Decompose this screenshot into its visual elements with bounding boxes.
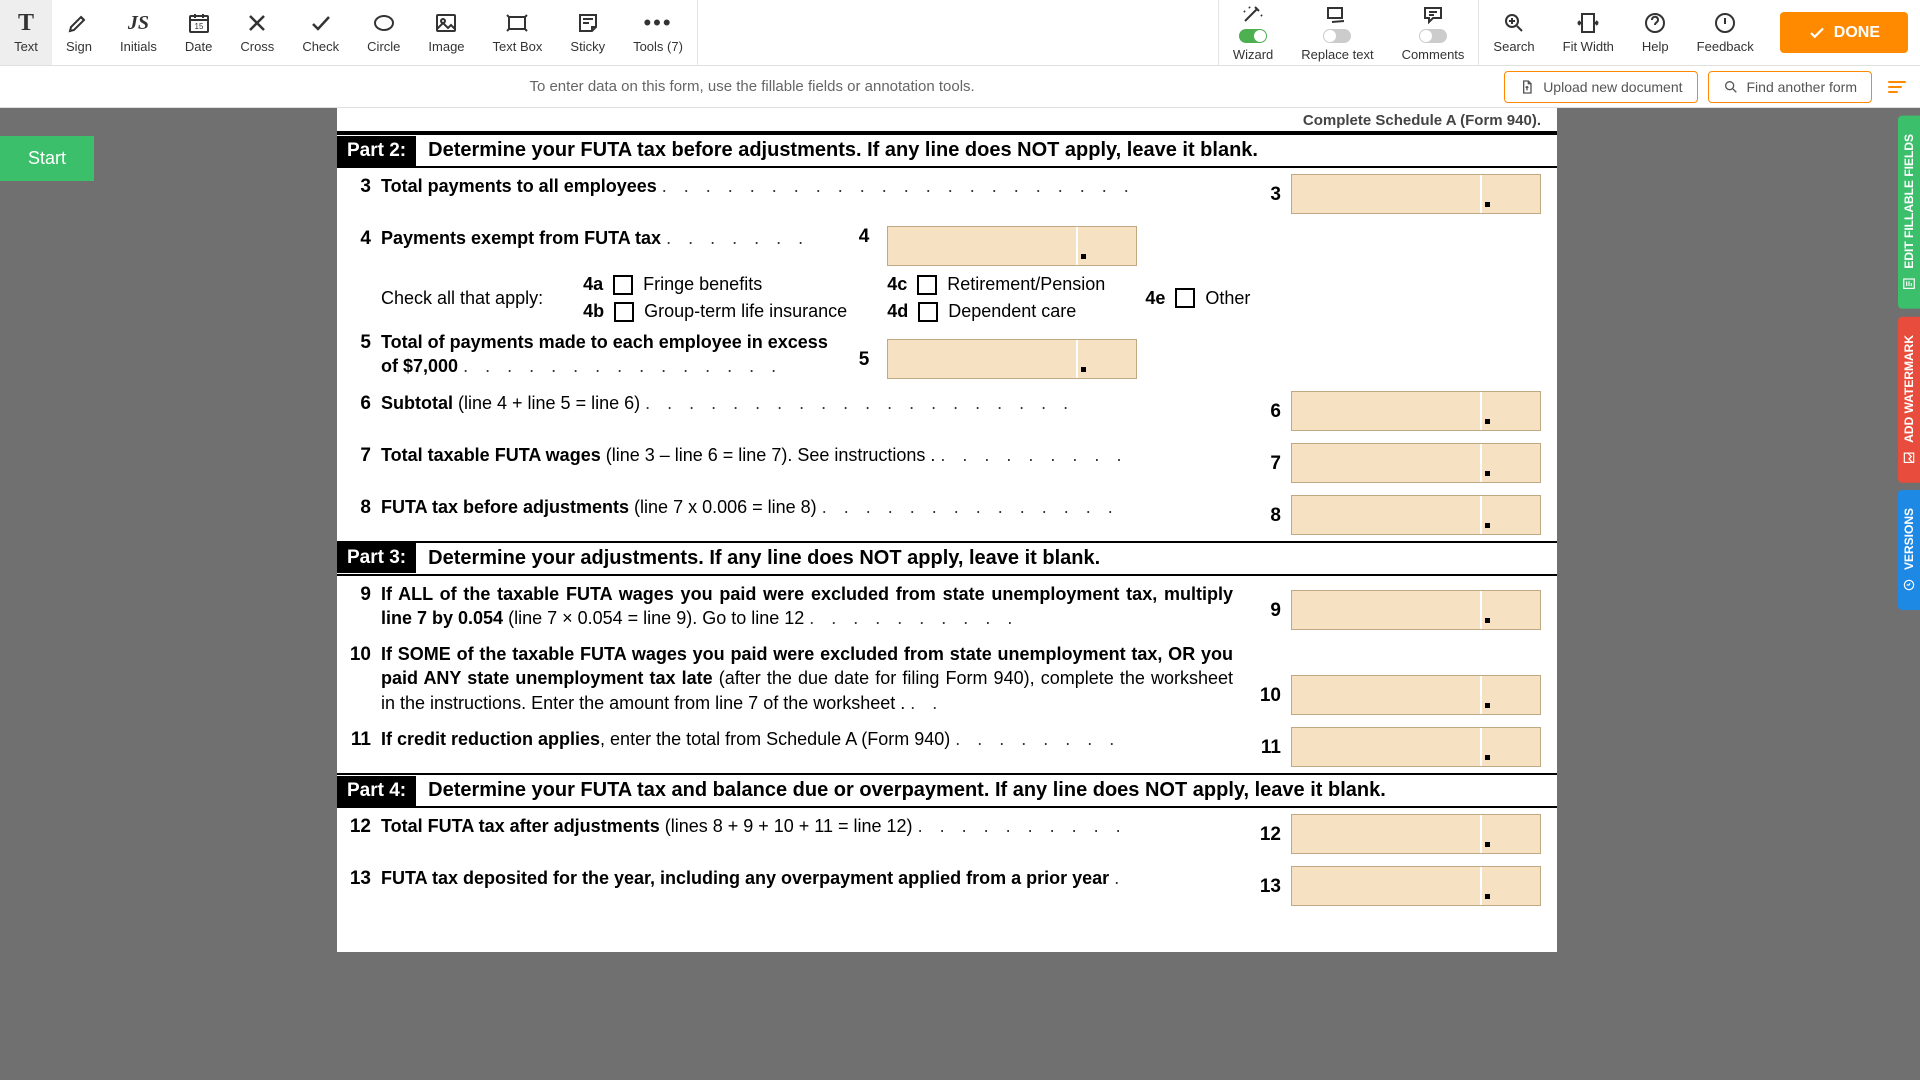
- search-icon: [1502, 11, 1526, 35]
- text-icon: T: [14, 11, 38, 35]
- svg-text:15: 15: [194, 22, 203, 31]
- find-icon: [1723, 79, 1739, 95]
- textbox-tool[interactable]: Text Box: [479, 0, 557, 65]
- form-icon: [1902, 277, 1916, 291]
- textbox-icon: [505, 11, 529, 35]
- edit-fields-tab[interactable]: EDIT FILLABLE FIELDS: [1898, 116, 1920, 309]
- done-button[interactable]: DONE: [1780, 12, 1908, 53]
- fit-width-tool[interactable]: Fit Width: [1549, 0, 1628, 65]
- field-4[interactable]: [887, 226, 1137, 266]
- line-8: 8 FUTA tax before adjustments (line 7 x …: [337, 489, 1557, 541]
- wizard-toggle[interactable]: [1239, 29, 1267, 43]
- field-10[interactable]: [1291, 675, 1541, 715]
- part2-header: Part 2: Determine your FUTA tax before a…: [337, 133, 1557, 168]
- line-4: 4 Payments exempt from FUTA tax . . . . …: [337, 220, 1557, 272]
- prev-page-peek: Complete Schedule A (Form 940).: [337, 108, 1557, 133]
- comment-icon: [1421, 3, 1445, 27]
- checkbox-4b[interactable]: [614, 302, 634, 322]
- wizard-tool[interactable]: Wizard: [1219, 0, 1287, 65]
- field-3[interactable]: [1291, 174, 1541, 214]
- watermark-icon: [1902, 450, 1916, 464]
- text-tool[interactable]: T Text: [0, 0, 52, 65]
- line-5: 5 Total of payments made to each employe…: [337, 324, 1557, 385]
- more-icon: •••: [646, 11, 670, 35]
- done-check-icon: [1808, 24, 1826, 42]
- date-tool[interactable]: 15 Date: [171, 0, 226, 65]
- initials-icon: JS: [126, 11, 150, 35]
- circle-icon: [372, 11, 396, 35]
- sub-toolbar: To enter data on this form, use the fill…: [0, 66, 1920, 108]
- search-tool[interactable]: Search: [1479, 0, 1548, 65]
- workspace: Start EDIT FILLABLE FIELDS ADD WATERMARK…: [0, 108, 1920, 1080]
- image-tool[interactable]: Image: [414, 0, 478, 65]
- initials-tool[interactable]: JS Initials: [106, 0, 171, 65]
- find-form-button[interactable]: Find another form: [1708, 71, 1873, 103]
- sticky-tool[interactable]: Sticky: [556, 0, 619, 65]
- versions-tab[interactable]: VERSIONS: [1898, 490, 1920, 610]
- line-11: 11 If credit reduction applies, enter th…: [337, 721, 1557, 773]
- field-9[interactable]: [1291, 590, 1541, 630]
- sign-tool[interactable]: Sign: [52, 0, 106, 65]
- panel-toggle-icon[interactable]: [1888, 76, 1910, 98]
- feedback-tool[interactable]: Feedback: [1683, 0, 1768, 65]
- checkbox-4c[interactable]: [917, 275, 937, 295]
- checkbox-4a[interactable]: [613, 275, 633, 295]
- line-4-checks: Check all that apply: 4aFringe benefits …: [337, 272, 1557, 324]
- line-13: 13 FUTA tax deposited for the year, incl…: [337, 860, 1557, 912]
- field-6[interactable]: [1291, 391, 1541, 431]
- sign-icon: [67, 11, 91, 35]
- field-12[interactable]: [1291, 814, 1541, 854]
- form-hint: To enter data on this form, use the fill…: [10, 78, 1494, 95]
- part4-header: Part 4: Determine your FUTA tax and bala…: [337, 773, 1557, 808]
- calendar-icon: 15: [187, 11, 211, 35]
- help-tool[interactable]: Help: [1628, 0, 1683, 65]
- cross-icon: [245, 11, 269, 35]
- replace-toggle[interactable]: [1323, 29, 1351, 43]
- cross-tool[interactable]: Cross: [226, 0, 288, 65]
- add-watermark-tab[interactable]: ADD WATERMARK: [1898, 317, 1920, 483]
- check-icon: [309, 11, 333, 35]
- upload-document-button[interactable]: Upload new document: [1504, 71, 1697, 103]
- checkbox-4e[interactable]: [1175, 288, 1195, 308]
- part3-header: Part 3: Determine your adjustments. If a…: [337, 541, 1557, 576]
- upload-icon: [1519, 79, 1535, 95]
- line-12: 12 Total FUTA tax after adjustments (lin…: [337, 808, 1557, 860]
- document-scroll[interactable]: Complete Schedule A (Form 940). Part 2: …: [0, 108, 1894, 1080]
- feedback-icon: [1713, 11, 1737, 35]
- side-tabs: EDIT FILLABLE FIELDS ADD WATERMARK VERSI…: [1898, 116, 1920, 610]
- field-5[interactable]: [887, 339, 1137, 379]
- line-7: 7 Total taxable FUTA wages (line 3 – lin…: [337, 437, 1557, 489]
- line-6: 6 Subtotal (line 4 + line 5 = line 6) . …: [337, 385, 1557, 437]
- field-13[interactable]: [1291, 866, 1541, 906]
- main-toolbar: T Text Sign JS Initials 15 Date Cross Ch…: [0, 0, 1920, 66]
- start-button[interactable]: Start: [0, 136, 94, 181]
- comments-toggle[interactable]: [1419, 29, 1447, 43]
- comments-tool[interactable]: Comments: [1388, 0, 1479, 65]
- sticky-icon: [576, 11, 600, 35]
- field-8[interactable]: [1291, 495, 1541, 535]
- field-7[interactable]: [1291, 443, 1541, 483]
- wand-icon: [1241, 3, 1265, 27]
- field-11[interactable]: [1291, 727, 1541, 767]
- tools-more[interactable]: ••• Tools (7): [619, 0, 697, 65]
- clock-icon: [1902, 578, 1916, 592]
- check-tool[interactable]: Check: [288, 0, 353, 65]
- fitwidth-icon: [1576, 11, 1600, 35]
- form-page: Complete Schedule A (Form 940). Part 2: …: [337, 108, 1557, 952]
- help-icon: [1643, 11, 1667, 35]
- replace-icon: [1325, 3, 1349, 27]
- checkbox-4d[interactable]: [918, 302, 938, 322]
- line-10: 10 If SOME of the taxable FUTA wages you…: [337, 636, 1557, 721]
- line-3: 3 Total payments to all employees . . . …: [337, 168, 1557, 220]
- image-icon: [434, 11, 458, 35]
- line-9: 9 If ALL of the taxable FUTA wages you p…: [337, 576, 1557, 637]
- circle-tool[interactable]: Circle: [353, 0, 414, 65]
- replace-text-tool[interactable]: Replace text: [1287, 0, 1387, 65]
